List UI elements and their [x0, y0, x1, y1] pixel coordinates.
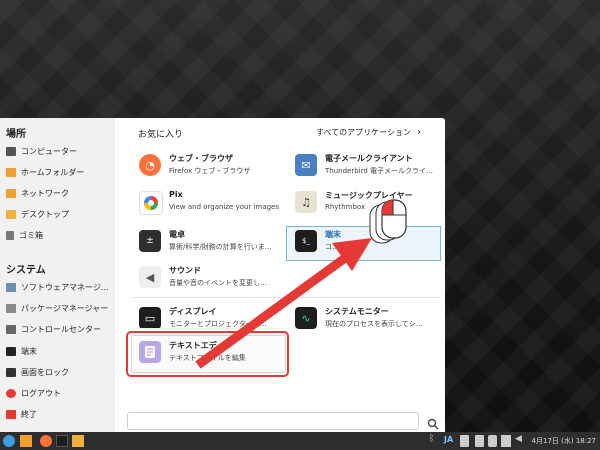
sidebar-item-network[interactable]: ネットワーク: [6, 184, 112, 202]
app-description: 算術/科学/財務の計算を行いま…: [169, 243, 272, 251]
app-description: Thunderbird 電子メールクライ…: [325, 167, 434, 175]
shield-icon[interactable]: [488, 435, 497, 447]
sidebar-item-logout[interactable]: ログアウト: [6, 384, 112, 402]
sidebar-item-terminal[interactable]: 端末: [6, 342, 112, 360]
highlight-frame: [126, 331, 289, 377]
clipboard-icon[interactable]: [460, 435, 469, 447]
sidebar-item-label: デスクトップ: [21, 209, 69, 219]
sidebar-item-control-center[interactable]: コントロールセンター: [6, 320, 112, 338]
taskbar: ᛒ JA ◀ 4月17日 (水) 18:27: [0, 432, 600, 450]
update-manager-icon[interactable]: [475, 435, 484, 447]
sidebar-item-software-manager[interactable]: ソフトウェアマネージ…: [6, 278, 112, 296]
places-heading: 場所: [6, 129, 26, 140]
package-manager-icon: [6, 303, 16, 313]
sidebar-item-label: パッケージマネージャー: [21, 303, 109, 313]
app-description: View and organize your images: [169, 203, 280, 211]
all-applications-button[interactable]: すべてのアプリケーション ›: [316, 127, 421, 138]
input-method-indicator[interactable]: JA: [444, 435, 453, 444]
power-icon: [6, 409, 16, 419]
control-center-icon: [6, 324, 16, 334]
chevron-right-icon: ›: [417, 127, 421, 138]
sound-icon: ◀: [139, 266, 161, 288]
app-name: ウェブ・ブラウザ: [169, 154, 233, 163]
app-name: Pix: [169, 190, 183, 199]
all-applications-label: すべてのアプリケーション: [316, 128, 411, 137]
volume-icon[interactable]: ◀: [515, 434, 525, 446]
app-name: 電卓: [169, 230, 185, 239]
app-name: サウンド: [169, 266, 201, 275]
application-menu: 場所 コンピューター ホームフォルダー ネットワーク デスクトップ ゴミ箱 シス…: [0, 118, 445, 432]
search-icon[interactable]: [427, 415, 439, 430]
app-name: システムモニター: [325, 307, 389, 316]
sidebar-item-label: 終了: [21, 409, 37, 419]
desktop-folder-icon: [6, 209, 16, 219]
display-icon: ▭: [139, 307, 161, 329]
app-web-browser[interactable]: ◔ ウェブ・ブラウザ Firefox ウェブ・ブラウザ: [139, 152, 289, 184]
clock[interactable]: 4月17日 (水) 18:27: [532, 436, 596, 446]
terminal-icon: $_: [295, 230, 317, 252]
app-mail-client[interactable]: ✉ 電子メールクライアント Thunderbird 電子メールクライ…: [295, 152, 445, 184]
app-description: 現在のプロセスを表示してシ…: [325, 320, 423, 328]
sidebar-item-label: 画面をロック: [21, 367, 69, 377]
sidebar-item-label: ログアウト: [21, 388, 61, 398]
sidebar-item-package-manager[interactable]: パッケージマネージャー: [6, 299, 112, 317]
sidebar-item-label: コンピューター: [21, 146, 77, 156]
firefox-icon: ◔: [139, 154, 161, 176]
search-input[interactable]: [127, 412, 419, 430]
trash-icon: [6, 230, 14, 240]
menu-main-panel: お気に入り すべてのアプリケーション › ◔ ウェブ・ブラウザ Firefox ウ…: [115, 118, 445, 432]
sidebar-item-desktop[interactable]: デスクトップ: [6, 205, 112, 223]
favorites-title: お気に入り: [138, 130, 184, 140]
mail-icon: ✉: [295, 154, 317, 176]
menu-launcher-icon[interactable]: [3, 435, 15, 447]
sidebar-item-lock-screen[interactable]: 画面をロック: [6, 363, 112, 381]
sidebar-item-home-folder[interactable]: ホームフォルダー: [6, 163, 112, 181]
app-description: 音量や音のイベントを変更し…: [169, 279, 267, 287]
sidebar-item-trash[interactable]: ゴミ箱: [6, 226, 112, 244]
row-divider: [133, 328, 283, 329]
logout-icon: [6, 388, 16, 398]
sidebar-item-label: ソフトウェアマネージ…: [21, 282, 109, 292]
system-heading: システム: [6, 265, 46, 276]
home-folder-icon: [6, 167, 16, 177]
terminal-icon: [6, 346, 16, 356]
app-name: 端末: [325, 230, 341, 239]
files-icon[interactable]: [20, 435, 32, 447]
system-monitor-icon: ∿: [295, 307, 317, 329]
sidebar-item-label: ネットワーク: [21, 188, 69, 198]
bluetooth-icon[interactable]: ᛒ: [429, 434, 437, 446]
app-calculator[interactable]: ± 電卓 算術/科学/財務の計算を行いま…: [139, 228, 289, 260]
menu-sidebar: 場所 コンピューター ホームフォルダー ネットワーク デスクトップ ゴミ箱 シス…: [0, 118, 115, 432]
app-name: 電子メールクライアント: [325, 154, 413, 163]
folder-icon[interactable]: [72, 435, 84, 447]
sidebar-item-label: 端末: [21, 346, 37, 356]
lock-screen-icon: [6, 367, 16, 377]
app-sound[interactable]: ◀ サウンド 音量や音のイベントを変更し…: [139, 264, 289, 296]
app-pix[interactable]: Pix View and organize your images: [139, 189, 289, 221]
app-name: ディスプレイ: [169, 307, 217, 316]
firefox-icon[interactable]: [40, 435, 52, 447]
computer-icon: [6, 146, 16, 156]
sidebar-item-computer[interactable]: コンピューター: [6, 142, 112, 160]
terminal-icon[interactable]: [56, 435, 68, 447]
network-icon[interactable]: [501, 435, 511, 447]
app-system-monitor[interactable]: ∿ システムモニター 現在のプロセスを表示してシ…: [295, 305, 445, 337]
sidebar-item-label: ゴミ箱: [19, 230, 43, 240]
pix-icon: [139, 191, 163, 215]
network-folder-icon: [6, 188, 16, 198]
sidebar-item-shutdown[interactable]: 終了: [6, 405, 112, 423]
calculator-icon: ±: [139, 230, 161, 252]
software-manager-icon: [6, 282, 16, 292]
app-description: Firefox ウェブ・ブラウザ: [169, 167, 251, 175]
music-icon: ♫: [295, 191, 317, 213]
mouse-icon: [369, 199, 407, 244]
section-divider: [133, 297, 439, 298]
sidebar-item-label: ホームフォルダー: [21, 167, 85, 177]
sidebar-item-label: コントロールセンター: [21, 324, 101, 334]
